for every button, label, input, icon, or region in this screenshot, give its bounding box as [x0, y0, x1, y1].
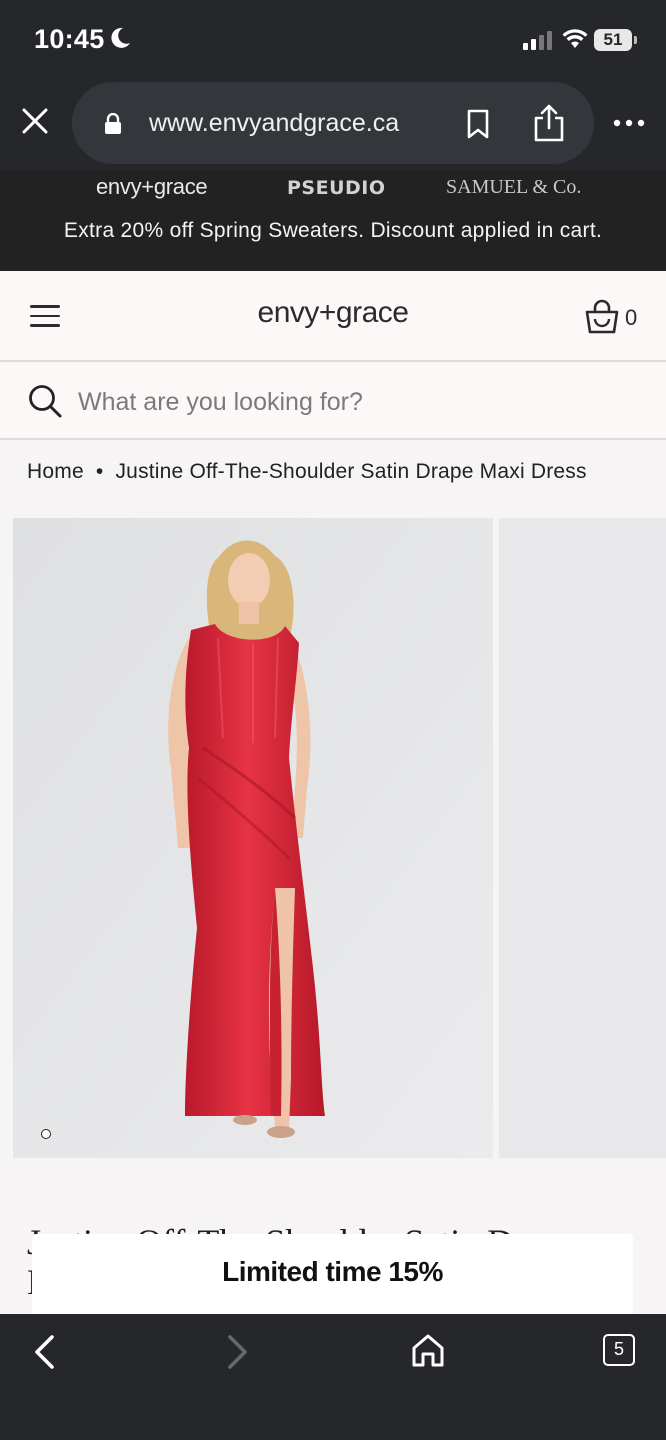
- back-icon[interactable]: [30, 1334, 60, 1370]
- cellular-signal-icon: [523, 31, 552, 50]
- share-icon[interactable]: [532, 104, 566, 142]
- model-red-dress-image: [13, 518, 493, 1158]
- battery-tip: [634, 36, 637, 44]
- promo-popup[interactable]: Limited time 15%: [32, 1234, 633, 1314]
- breadcrumb-home-link[interactable]: Home: [27, 460, 84, 483]
- status-bar: 10:45 51: [0, 0, 666, 80]
- browser-bottom-toolbar: 5: [0, 1314, 666, 1440]
- battery-level: 51: [594, 29, 632, 51]
- shopping-bag-icon[interactable]: [584, 299, 620, 335]
- product-image-gallery[interactable]: [0, 518, 666, 1158]
- home-icon[interactable]: [410, 1332, 446, 1368]
- more-icon[interactable]: [612, 118, 646, 128]
- forward-icon[interactable]: [222, 1334, 252, 1370]
- lock-icon: [105, 113, 121, 134]
- product-image-next[interactable]: [499, 518, 666, 1158]
- search-icon[interactable]: [28, 384, 62, 418]
- brand-link-pseudio[interactable]: PSEUDIO: [287, 177, 386, 199]
- cart-count: 0: [625, 305, 638, 330]
- product-image-main[interactable]: [13, 518, 493, 1158]
- search-input[interactable]: [78, 382, 638, 422]
- breadcrumb-separator: •: [95, 460, 104, 483]
- brand-link-samuel-co[interactable]: SAMUEL & Co.: [446, 176, 581, 199]
- status-time: 10:45: [34, 24, 105, 54]
- gallery-indicator-dot[interactable]: [41, 1129, 51, 1139]
- battery-indicator: 51: [594, 29, 638, 51]
- url-text: www.envyandgrace.ca: [149, 109, 400, 137]
- wifi-icon: [562, 29, 588, 48]
- brand-strip: envy+grace PSEUDIO SAMUEL & Co. Extra 20…: [0, 170, 666, 271]
- browser-bar: www.envyandgrace.ca: [0, 80, 666, 170]
- promo-banner-text: Extra 20% off Spring Sweaters. Discount …: [63, 219, 603, 242]
- close-icon[interactable]: [20, 106, 50, 136]
- breadcrumb-current: Justine Off-The-Shoulder Satin Drape Max…: [115, 460, 587, 483]
- brand-link-envy-grace[interactable]: envy+grace: [96, 174, 208, 200]
- moon-icon: [111, 27, 130, 48]
- breadcrumb: Home • Justine Off-The-Shoulder Satin Dr…: [27, 460, 587, 484]
- site-logo[interactable]: envy+grace: [0, 296, 666, 330]
- store-header: envy+grace 0: [0, 271, 666, 362]
- search-bar: [0, 362, 666, 440]
- address-bar[interactable]: www.envyandgrace.ca: [72, 82, 594, 164]
- promo-popup-text: Limited time 15%: [222, 1256, 443, 1287]
- bookmark-icon[interactable]: [466, 109, 490, 139]
- tabs-button[interactable]: 5: [603, 1334, 635, 1366]
